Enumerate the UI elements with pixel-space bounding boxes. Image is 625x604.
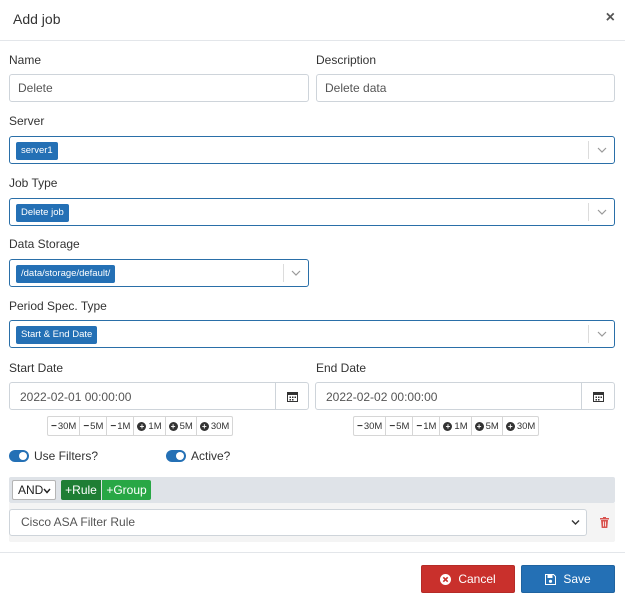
calendar-icon — [286, 391, 298, 402]
start-minus-30m-button[interactable]: −30M — [48, 417, 81, 435]
select-divider — [588, 203, 589, 221]
condition-select[interactable]: AND — [12, 480, 56, 500]
use-filters-toggle[interactable] — [9, 450, 29, 462]
close-icon[interactable]: × — [606, 9, 615, 27]
start-date-steps: −30M −5M −1M +1M +5M +30M — [47, 416, 234, 436]
cancel-label: Cancel — [458, 572, 496, 586]
description-label: Description — [316, 53, 377, 67]
period-spec-type-chip[interactable]: Start & End Date — [16, 326, 98, 344]
start-minus-1m-button[interactable]: −1M — [107, 417, 135, 435]
rule-select[interactable]: Cisco ASA Filter Rule — [9, 509, 587, 536]
end-date-label: End Date — [316, 361, 367, 375]
name-input[interactable]: Delete — [9, 74, 309, 102]
end-plus-1m-button[interactable]: +1M — [440, 417, 472, 435]
query-builder-header: AND +Rule +Group — [9, 477, 615, 503]
server-label: Server — [9, 114, 45, 128]
calendar-button[interactable] — [275, 383, 308, 409]
end-plus-30m-button[interactable]: +30M — [503, 417, 538, 435]
end-plus-5m-button[interactable]: +5M — [472, 417, 503, 435]
start-date-label: Start Date — [9, 361, 64, 375]
data-storage-chip[interactable]: /data/storage/default/ — [16, 265, 116, 283]
modal-header: Add job × — [0, 0, 625, 41]
modal-title: Add job — [13, 11, 61, 27]
server-chip[interactable]: server1 — [16, 142, 58, 160]
period-spec-type-label: Period Spec. Type — [9, 299, 107, 313]
start-plus-30m-button[interactable]: +30M — [197, 417, 232, 435]
chevron-down-icon — [43, 488, 51, 494]
chevron-down-icon[interactable] — [597, 329, 607, 339]
use-filters-label: Use Filters? — [34, 449, 99, 463]
select-divider — [588, 141, 589, 159]
save-label: Save — [563, 572, 591, 586]
end-minus-5m-button[interactable]: −5M — [386, 417, 414, 435]
select-divider — [588, 325, 589, 343]
end-minus-1m-button[interactable]: −1M — [413, 417, 441, 435]
start-plus-5m-button[interactable]: +5M — [166, 417, 197, 435]
chevron-down-icon[interactable] — [597, 207, 607, 217]
job-type-chip[interactable]: Delete job — [16, 204, 69, 222]
end-date-steps: −30M −5M −1M +1M +5M +30M — [353, 416, 540, 436]
start-date-value: 2022-02-01 00:00:00 — [20, 390, 132, 404]
description-input[interactable]: Delete data — [316, 74, 615, 102]
calendar-button[interactable] — [581, 383, 614, 409]
cancel-button[interactable]: Cancel — [421, 565, 515, 593]
calendar-icon — [592, 391, 604, 402]
select-divider — [283, 264, 284, 282]
job-type-label: Job Type — [9, 176, 58, 190]
start-minus-5m-button[interactable]: −5M — [80, 417, 108, 435]
data-storage-select[interactable]: /data/storage/default/ — [9, 259, 309, 287]
end-minus-30m-button[interactable]: −30M — [354, 417, 387, 435]
chevron-down-icon — [571, 520, 580, 525]
trash-icon[interactable] — [599, 517, 610, 528]
name-label: Name — [9, 53, 42, 67]
chevron-down-icon[interactable] — [597, 145, 607, 155]
add-group-button[interactable]: +Group — [102, 480, 151, 500]
chevron-down-icon[interactable] — [291, 268, 301, 278]
active-label: Active? — [191, 449, 231, 463]
add-rule-button[interactable]: +Rule — [61, 480, 101, 500]
end-date-input[interactable]: 2022-02-02 00:00:00 — [315, 382, 615, 410]
rule-row: Cisco ASA Filter Rule — [9, 503, 615, 542]
end-date-value: 2022-02-02 00:00:00 — [326, 390, 438, 404]
server-select[interactable]: server1 — [9, 136, 615, 164]
cancel-circle-icon — [440, 573, 452, 585]
start-plus-1m-button[interactable]: +1M — [134, 417, 166, 435]
data-storage-label: Data Storage — [9, 237, 80, 251]
active-toggle[interactable] — [166, 450, 186, 462]
job-type-select[interactable]: Delete job — [9, 198, 615, 226]
period-spec-type-select[interactable]: Start & End Date — [9, 320, 615, 348]
save-button[interactable]: Save — [521, 565, 615, 593]
floppy-icon — [545, 573, 557, 585]
footer-divider — [0, 552, 625, 553]
start-date-input[interactable]: 2022-02-01 00:00:00 — [9, 382, 309, 410]
